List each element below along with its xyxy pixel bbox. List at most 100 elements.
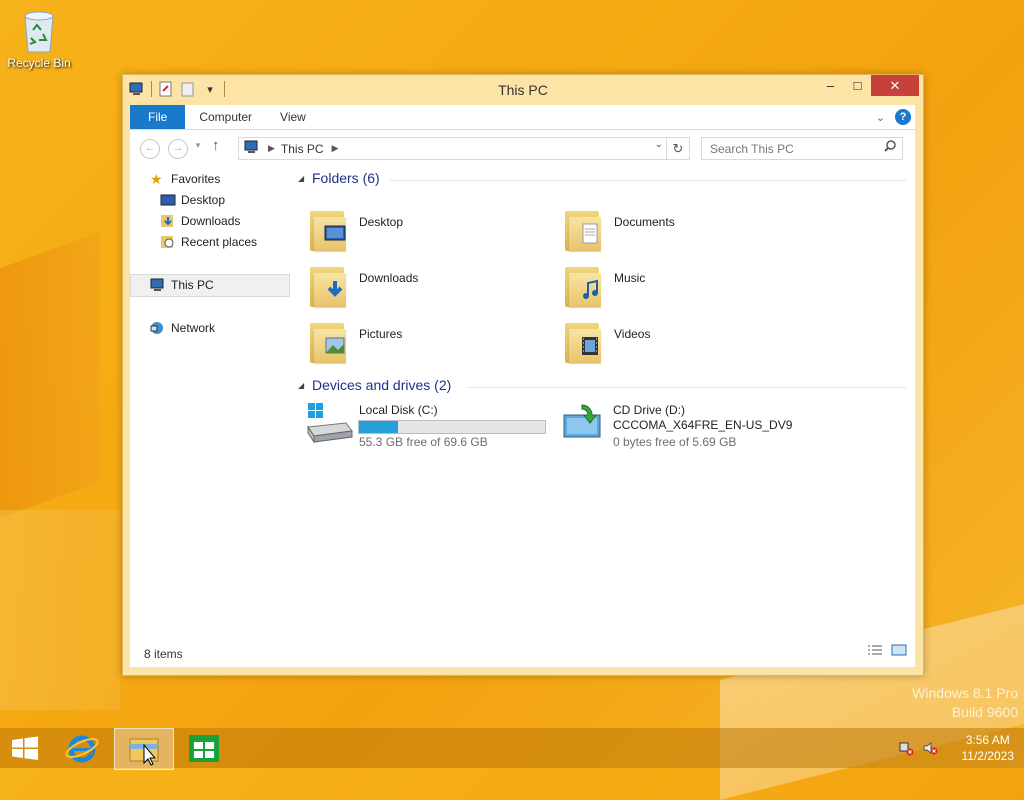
ribbon-tabs: File Computer View ⌄ ?	[130, 105, 915, 130]
desktop-icon	[160, 193, 176, 207]
folder-tile-desktop[interactable]: Desktop	[308, 207, 548, 257]
internet-explorer-icon	[65, 735, 99, 763]
window-client: File Computer View ⌄ ? ← → ▼ ↑ ▶ This PC…	[130, 105, 915, 667]
folder-icon	[563, 319, 603, 363]
folder-label: Pictures	[359, 327, 403, 341]
network-status-icon[interactable]	[898, 740, 914, 756]
nav-item-this-pc[interactable]: This PC	[130, 274, 290, 297]
folder-icon	[308, 263, 348, 307]
drives-group-header[interactable]: ◢ Devices and drives (2)	[298, 376, 910, 398]
tab-view[interactable]: View	[266, 105, 320, 129]
folders-group-header[interactable]: ◢ Folders (6)	[298, 169, 910, 191]
navigation-bar: ← → ▼ ↑ ▶ This PC ▶ ⌄ ↻	[130, 136, 915, 160]
up-arrow-icon[interactable]: ↑	[212, 137, 220, 154]
recycle-bin-shortcut[interactable]: Recycle Bin	[6, 6, 72, 70]
taskbar-store[interactable]	[175, 728, 233, 768]
navigation-pane: ★ Favorites Desktop Downloads Recent pla…	[130, 169, 290, 339]
divider	[468, 387, 906, 388]
nav-favorites[interactable]: ★ Favorites	[130, 169, 290, 190]
expand-ribbon-icon[interactable]: ⌄	[876, 111, 885, 124]
volume-muted-icon[interactable]	[922, 740, 938, 756]
address-dropdown-icon[interactable]: ⌄	[655, 139, 663, 150]
folder-icon	[308, 207, 348, 251]
breadcrumb-this-pc[interactable]: This PC	[281, 142, 324, 156]
drive-tile-local-disk[interactable]: Local Disk (C:) 55.3 GB free of 69.6 GB	[306, 403, 556, 453]
drive-name: Local Disk (C:)	[359, 403, 438, 417]
folder-tile-videos[interactable]: Videos	[563, 319, 803, 369]
wallpaper-shape	[0, 510, 120, 710]
nav-label: Desktop	[181, 193, 226, 207]
forward-button[interactable]: →	[168, 139, 188, 159]
folder-icon	[563, 207, 603, 251]
collapse-triangle-icon[interactable]: ◢	[298, 381, 304, 390]
breadcrumb-chevron-icon[interactable]: ▶	[332, 143, 339, 154]
os-watermark: Windows 8.1 Pro Build 9600	[912, 684, 1018, 722]
drive-name: CD Drive (D:)	[613, 403, 685, 417]
search-icon[interactable]	[884, 140, 896, 155]
folder-label: Music	[614, 271, 646, 285]
recycle-bin-label: Recycle Bin	[7, 56, 71, 70]
folder-tile-music[interactable]: Music	[563, 263, 803, 313]
cd-drive-icon	[562, 403, 610, 443]
content-pane: ◢ Folders (6) Desktop Documents Download…	[298, 169, 910, 449]
back-button[interactable]: ←	[140, 139, 160, 159]
minimize-button[interactable]: –	[817, 75, 844, 96]
network-icon	[149, 321, 165, 335]
nav-label: Network	[171, 321, 216, 335]
taskbar-file-explorer[interactable]	[114, 728, 174, 770]
drive-usage-fill	[359, 421, 399, 433]
large-icons-view-icon[interactable]	[891, 643, 907, 661]
details-view-icon[interactable]	[867, 643, 883, 661]
windows-logo-icon	[12, 736, 38, 760]
computer-icon	[244, 140, 260, 157]
folder-tile-documents[interactable]: Documents	[563, 207, 803, 257]
clock-date: 11/2/2023	[961, 749, 1015, 763]
refresh-button[interactable]: ↻	[666, 138, 689, 159]
window-title: This PC	[498, 82, 548, 98]
taskbar-internet-explorer[interactable]	[54, 728, 112, 768]
drive-free-space: 0 bytes free of 5.69 GB	[613, 435, 737, 449]
folder-label: Videos	[614, 327, 651, 341]
help-button[interactable]: ?	[895, 109, 911, 125]
tab-computer[interactable]: Computer	[185, 105, 266, 129]
nav-label: Favorites	[171, 172, 221, 186]
status-item-count: 8 items	[144, 647, 183, 661]
group-title: Devices and drives (2)	[312, 377, 452, 393]
star-icon: ★	[150, 171, 163, 187]
divider	[390, 180, 906, 181]
title-bar[interactable]: ▾ This PC – □ ✕	[123, 75, 923, 105]
address-bar[interactable]: ▶ This PC ▶ ⌄ ↻	[238, 137, 690, 160]
search-input[interactable]	[708, 138, 877, 159]
watermark-build: Build 9600	[951, 704, 1018, 720]
explorer-window[interactable]: ▾ This PC – □ ✕ File Computer View ⌄ ? ←…	[122, 74, 924, 676]
nav-item-recent-places[interactable]: Recent places	[130, 232, 290, 253]
folder-label: Downloads	[359, 271, 419, 285]
nav-item-downloads[interactable]: Downloads	[130, 211, 290, 232]
nav-label: Recent places	[181, 235, 258, 249]
nav-item-network[interactable]: Network	[130, 318, 290, 339]
recent-locations-icon[interactable]: ▼	[194, 141, 202, 150]
file-explorer-icon	[129, 738, 159, 766]
start-button[interactable]	[0, 728, 58, 768]
group-title: Folders (6)	[312, 170, 380, 186]
nav-item-desktop[interactable]: Desktop	[130, 190, 290, 211]
recent-places-icon	[160, 235, 176, 249]
folder-icon	[308, 319, 348, 363]
recycle-bin-icon	[19, 6, 59, 54]
nav-label: Downloads	[181, 214, 241, 228]
downloads-icon	[160, 214, 176, 228]
collapse-triangle-icon[interactable]: ◢	[298, 174, 304, 183]
close-button[interactable]: ✕	[871, 75, 919, 96]
folder-label: Desktop	[359, 215, 404, 229]
tab-file[interactable]: File	[130, 105, 186, 129]
drive-tile-cd-drive[interactable]: CD Drive (D:) CCCOMA_X64FRE_EN-US_DV9 0 …	[562, 403, 852, 453]
folder-tile-downloads[interactable]: Downloads	[308, 263, 548, 313]
maximize-button[interactable]: □	[844, 75, 871, 96]
wallpaper-shape	[0, 231, 100, 519]
breadcrumb-chevron-icon[interactable]: ▶	[268, 143, 275, 154]
search-box[interactable]	[701, 137, 903, 160]
clock-time: 3:56 AM	[965, 733, 1010, 747]
clock[interactable]: 3:56 AM 11/2/2023	[962, 732, 1015, 764]
folder-tile-pictures[interactable]: Pictures	[308, 319, 548, 369]
folder-icon	[563, 263, 603, 307]
